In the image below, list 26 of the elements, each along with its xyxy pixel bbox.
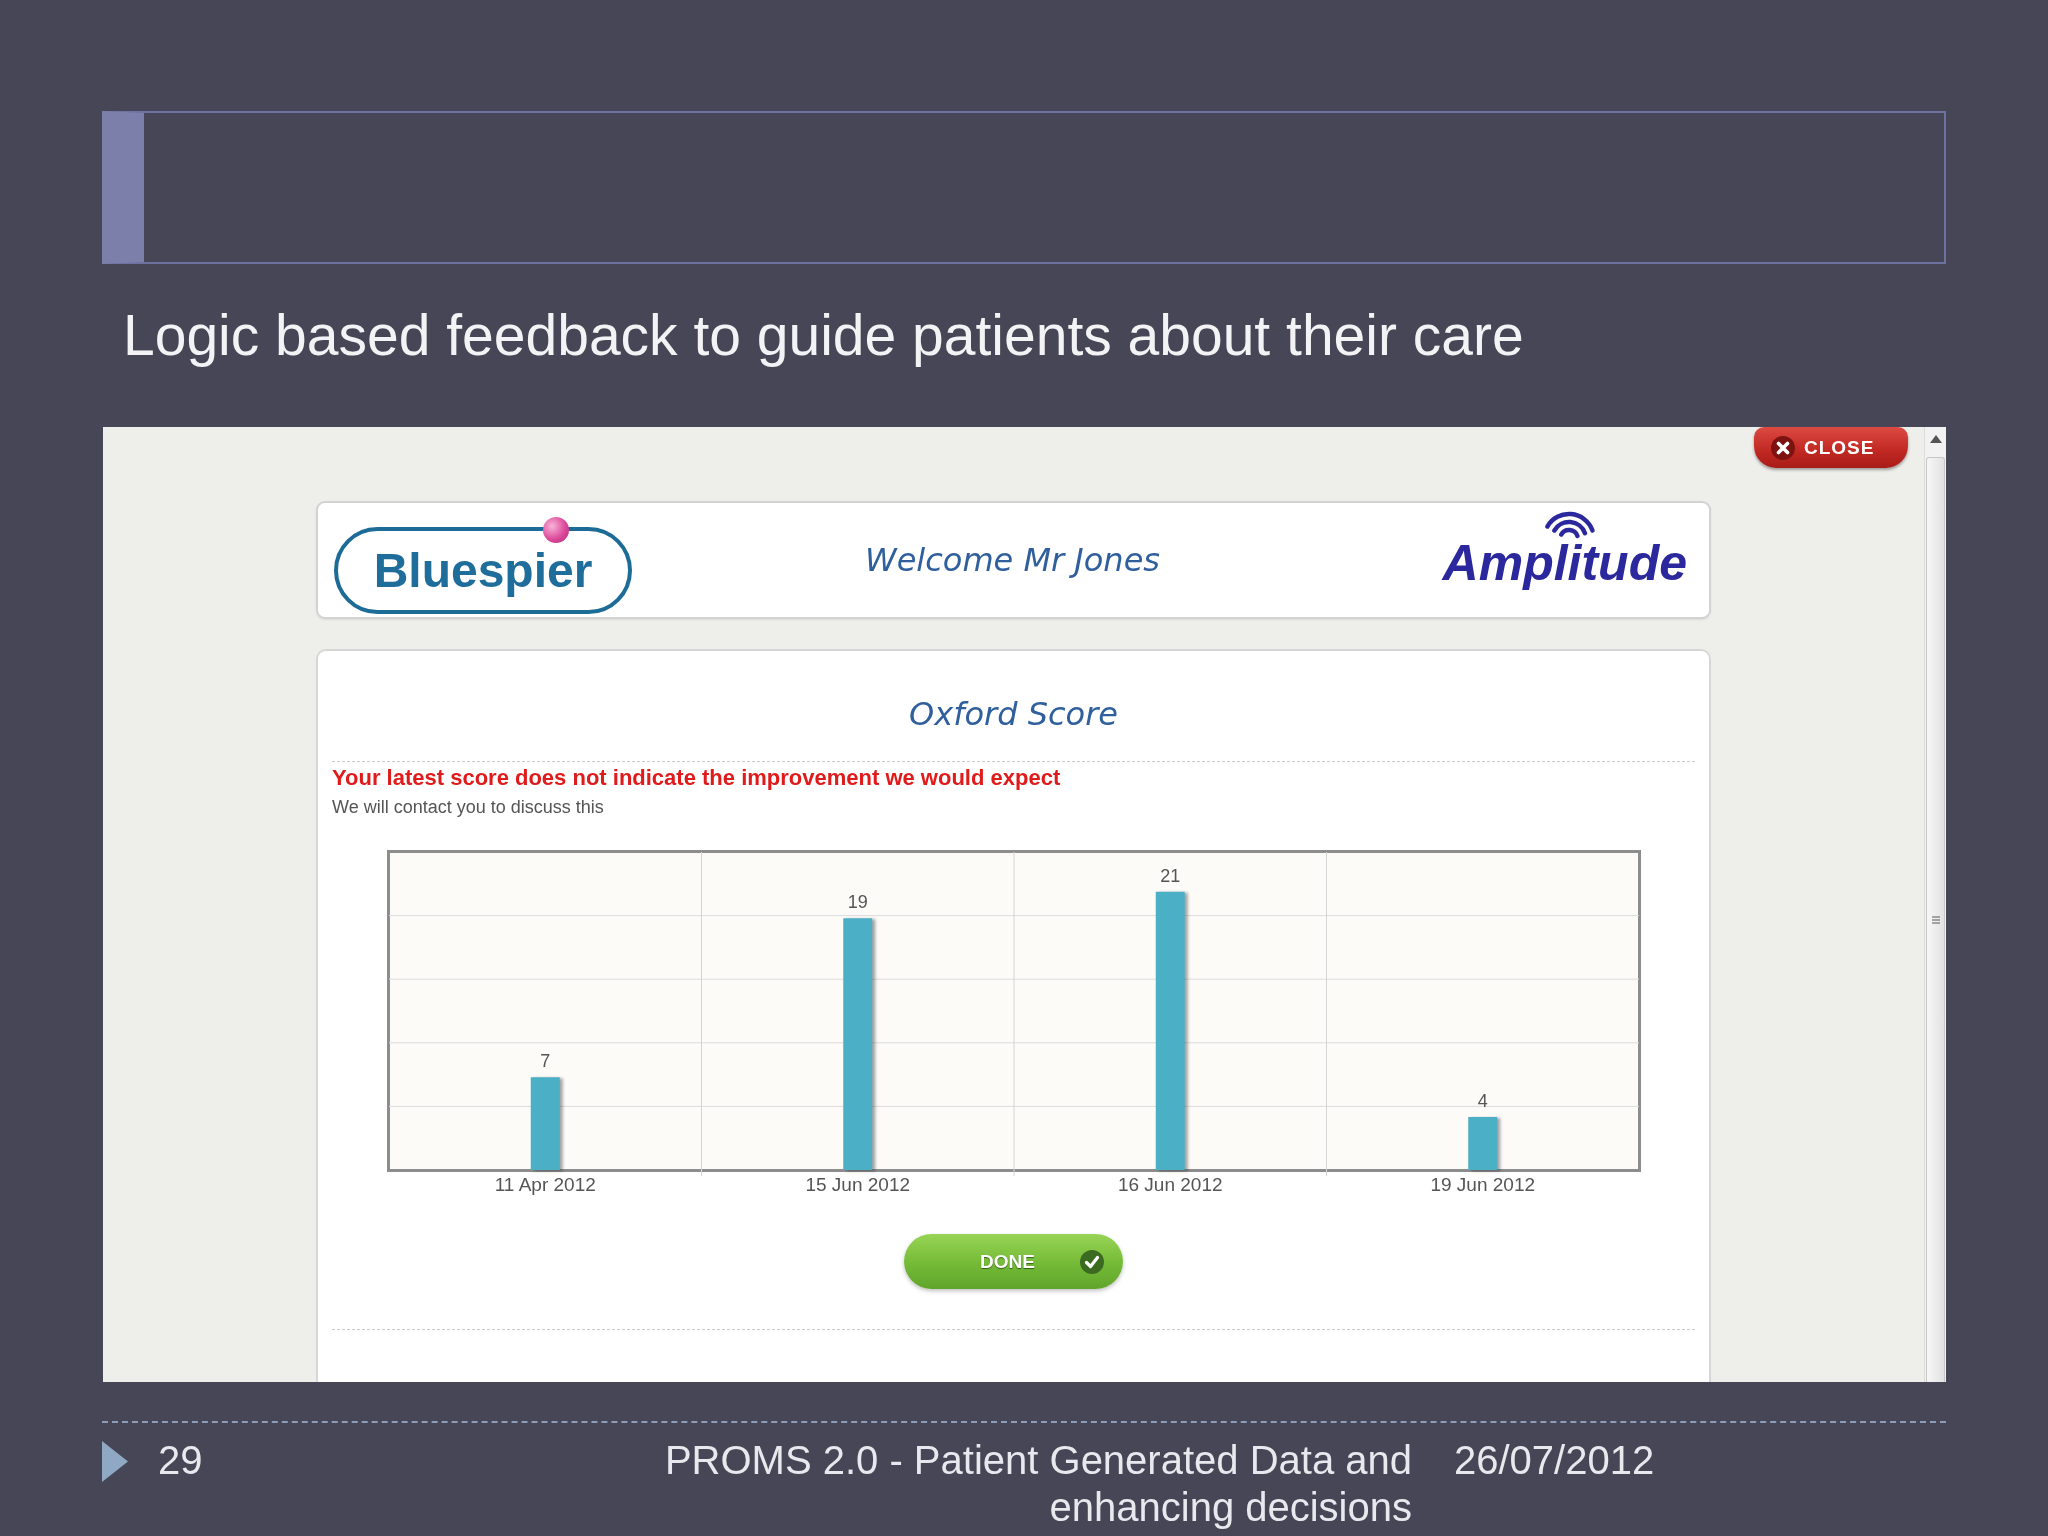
data-label: 19	[847, 892, 868, 913]
footer-title: PROMS 2.0 - Patient Generated Data and enhancing decisions	[664, 1438, 1412, 1529]
close-button[interactable]: CLOSE	[1754, 427, 1908, 468]
grip-icon	[1931, 916, 1940, 924]
welcome-text: Welcome Mr Jones	[865, 540, 1160, 580]
arrow-up-icon[interactable]	[1929, 435, 1942, 443]
note-text: We will contact you to discuss this	[332, 796, 604, 819]
data-label: 7	[539, 1051, 550, 1072]
ball-icon	[543, 517, 569, 543]
chart-bar	[1467, 1117, 1497, 1170]
alert-message: Your latest score does not indicate the improvement we would expect	[332, 765, 1061, 791]
brand-logo: Amplitude	[1442, 538, 1688, 588]
axis-label: 11 Apr 2012	[494, 1174, 596, 1195]
axis-label: 15 Jun 2012	[804, 1174, 910, 1195]
check-icon	[1079, 1249, 1104, 1274]
slide-subtitle: Logic based feedback to guide patients about their care	[123, 303, 1524, 367]
data-label: 21	[1159, 865, 1180, 886]
data-label: 4	[1477, 1091, 1488, 1111]
footer-date: 26/07/2012	[1454, 1437, 1655, 1484]
panel-title: Oxford Score	[909, 694, 1118, 734]
close-icon	[1771, 435, 1795, 460]
page-number: 29	[158, 1438, 203, 1482]
axis-label: 19 Jun 2012	[1429, 1174, 1535, 1195]
scrollbar-thumb[interactable]	[1926, 457, 1945, 1382]
axis-label: 16 Jun 2012	[1117, 1174, 1223, 1195]
triangle-icon	[102, 1441, 128, 1482]
